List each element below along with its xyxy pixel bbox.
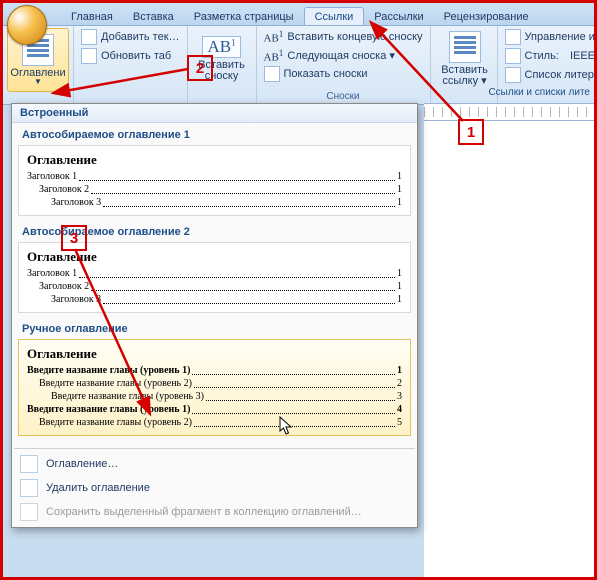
mouse-cursor-icon xyxy=(279,416,293,436)
chevron-down-icon: ▼ xyxy=(34,77,42,86)
group-caption-citations: Ссылки и списки лите xyxy=(488,87,590,98)
callout-3: 3 xyxy=(61,225,87,251)
toc-gallery-dropdown: Встроенный Автособираемое оглавление 1 О… xyxy=(11,103,418,528)
toc-sample-title: Оглавление xyxy=(27,249,402,265)
manage-sources-label: Управление и xyxy=(525,31,595,43)
toc-row: Введите название главы (уровень 1)4 xyxy=(27,403,402,416)
toc-row: Введите название главы (уровень 2)5 xyxy=(27,416,402,429)
menu-custom-toc-label: Оглавление… xyxy=(46,458,118,470)
toc-row: Заголовок 31 xyxy=(27,196,402,209)
add-text-label: Добавить тек… xyxy=(101,31,180,43)
tab-insert[interactable]: Вставка xyxy=(123,8,184,25)
save-icon xyxy=(20,503,38,521)
tab-mailings[interactable]: Рассылки xyxy=(364,8,433,25)
group-label-toc xyxy=(78,90,183,102)
toc-sample-title: Оглавление xyxy=(27,346,402,362)
office-button[interactable] xyxy=(7,5,47,45)
toc-row: Заголовок 31 xyxy=(27,293,402,306)
gallery-item-auto1[interactable]: Оглавление Заголовок 11Заголовок 21Загол… xyxy=(18,145,411,216)
document-area[interactable] xyxy=(424,120,594,577)
show-notes-label: Показать сноски xyxy=(284,68,368,80)
insert-citation-button[interactable]: Вставить ссылку ▾ xyxy=(435,28,495,90)
menu-custom-toc[interactable]: Оглавление… xyxy=(12,452,417,476)
gallery-item-manual[interactable]: Оглавление Введите название главы (урове… xyxy=(18,339,411,436)
next-footnote-button[interactable]: AB1Следующая сноска ▾ xyxy=(261,47,426,65)
gallery-item-auto2[interactable]: Оглавление Заголовок 11Заголовок 21Загол… xyxy=(18,242,411,313)
toc-row: Заголовок 11 xyxy=(27,267,402,280)
refresh-icon xyxy=(81,48,97,64)
tab-home[interactable]: Главная xyxy=(61,8,123,25)
gallery-section-builtin: Встроенный xyxy=(12,104,417,123)
manage-sources-button[interactable]: Управление и xyxy=(502,28,597,46)
add-text-icon xyxy=(81,29,97,45)
update-table-label: Обновить таб xyxy=(101,50,171,62)
group-label-footnotes: Сноски xyxy=(261,90,426,102)
next-footnote-label: Следующая сноска ▾ xyxy=(287,49,395,62)
ribbon-tabs: Главная Вставка Разметка страницы Ссылки… xyxy=(3,3,594,26)
word-window: Главная Вставка Разметка страницы Ссылки… xyxy=(0,0,597,580)
tab-page-layout[interactable]: Разметка страницы xyxy=(184,8,304,25)
add-text-button[interactable]: Добавить тек… xyxy=(78,28,183,46)
citation-icon xyxy=(449,31,481,63)
toc-row: Заголовок 11 xyxy=(27,170,402,183)
insert-citation-label: Вставить ссылку ▾ xyxy=(441,65,488,87)
toc-sample-title: Оглавление xyxy=(27,152,402,168)
toc-row: Введите название главы (уровень 3)3 xyxy=(27,390,402,403)
style-label: Стиль: xyxy=(525,50,559,62)
tab-references[interactable]: Ссылки xyxy=(304,7,365,25)
toc-small-icon xyxy=(20,455,38,473)
tab-review[interactable]: Рецензирование xyxy=(434,8,539,25)
toc-row: Заголовок 21 xyxy=(27,183,402,196)
toc-row: Введите название главы (уровень 2)2 xyxy=(27,377,402,390)
gallery-item-auto1-title: Автособираемое оглавление 1 xyxy=(16,125,413,143)
menu-save-selection: Сохранить выделенный фрагмент в коллекци… xyxy=(12,500,417,524)
toc-row: Заголовок 21 xyxy=(27,280,402,293)
style-value: IEEE 20 xyxy=(570,50,597,62)
callout-2: 2 xyxy=(187,55,213,81)
style-combo[interactable]: Стиль: IEEE 20 xyxy=(502,47,597,65)
insert-endnote-button[interactable]: AB1Вставить концевую сноску xyxy=(261,28,426,46)
style-icon xyxy=(505,48,521,64)
menu-remove-toc-label: Удалить оглавление xyxy=(46,482,150,494)
callout-1: 1 xyxy=(458,119,484,145)
gallery-item-manual-title: Ручное оглавление xyxy=(16,319,413,337)
bibliography-icon xyxy=(505,67,521,83)
menu-remove-toc[interactable]: Удалить оглавление xyxy=(12,476,417,500)
update-table-button[interactable]: Обновить таб xyxy=(78,47,183,65)
toc-row: Введите название главы (уровень 1)1 xyxy=(27,364,402,377)
bibliography-label: Список литер xyxy=(525,69,594,81)
manage-sources-icon xyxy=(505,29,521,45)
bibliography-button[interactable]: Список литер xyxy=(502,66,597,84)
show-notes-icon xyxy=(264,66,280,82)
ruler[interactable] xyxy=(424,103,594,121)
show-notes-button[interactable]: Показать сноски xyxy=(261,65,426,83)
insert-endnote-label: Вставить концевую сноску xyxy=(287,31,422,43)
remove-icon xyxy=(20,479,38,497)
menu-save-selection-label: Сохранить выделенный фрагмент в коллекци… xyxy=(46,506,362,518)
